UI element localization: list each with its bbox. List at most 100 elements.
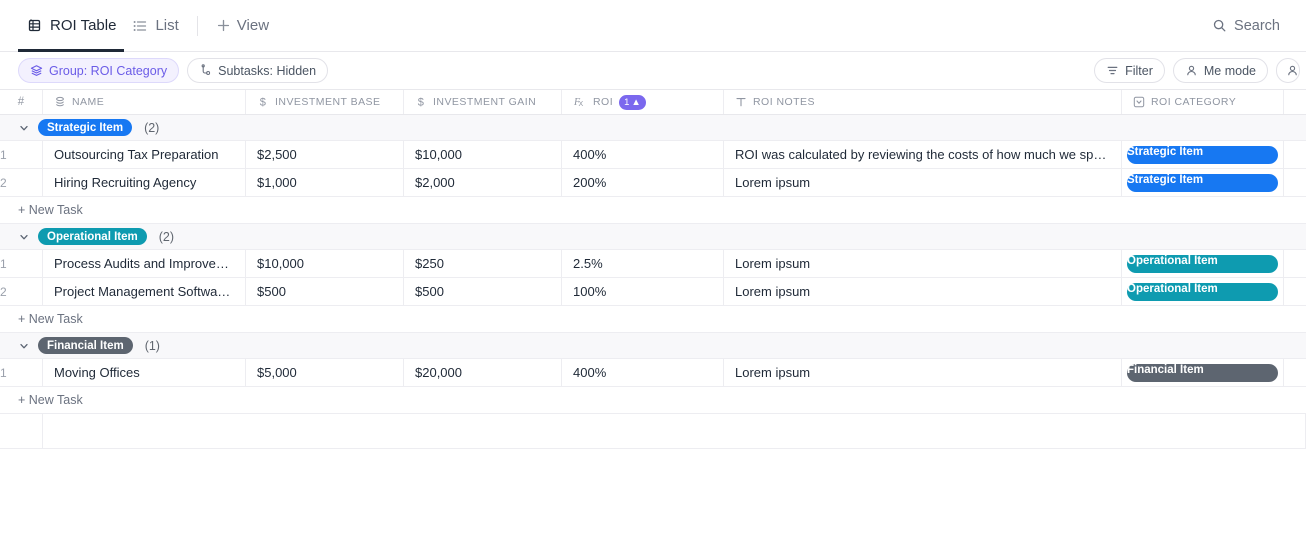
new-task-button[interactable]: + New Task	[0, 306, 1306, 333]
cell-roi-category[interactable]: Strategic Item	[1122, 141, 1284, 168]
cell-roi-category[interactable]: Operational Item	[1122, 250, 1284, 277]
group-badge[interactable]: Financial Item	[38, 337, 133, 354]
cell-text: 200%	[573, 175, 607, 190]
person-icon	[1185, 64, 1198, 77]
cell-investment-gain[interactable]: $10,000	[404, 141, 562, 168]
group-count: (2)	[144, 120, 160, 135]
cell-roi[interactable]: 200%	[562, 169, 724, 196]
cell-text: $500	[415, 284, 444, 299]
cell-name[interactable]: Outsourcing Tax Preparation	[43, 141, 246, 168]
cell-investment-base[interactable]: $1,000	[246, 169, 404, 196]
new-task-button[interactable]: + New Task	[0, 387, 1306, 414]
cell-investment-base[interactable]: $5,000	[246, 359, 404, 386]
cell-name[interactable]: Hiring Recruiting Agency	[43, 169, 246, 196]
tab-roi-table[interactable]: ROI Table	[18, 0, 125, 52]
search-label: Search	[1234, 17, 1280, 34]
column-header-add[interactable]	[1284, 90, 1306, 114]
table-row[interactable]: 1 Moving Offices $5,000 $20,000 400% Lorem ip…	[0, 359, 1306, 387]
cell-text: 2	[0, 175, 7, 190]
cell-investment-gain[interactable]: $500	[404, 278, 562, 305]
search-icon	[1212, 18, 1227, 33]
cell-investment-base[interactable]: $500	[246, 278, 404, 305]
cell-investment-gain[interactable]: $2,000	[404, 169, 562, 196]
cell-roi-notes[interactable]: Lorem ipsum	[724, 359, 1122, 386]
cell-roi[interactable]: 2.5%	[562, 250, 724, 277]
dollar-icon: $	[415, 96, 427, 108]
filter-icon	[1106, 64, 1119, 77]
column-header-roi-notes[interactable]: ROI Notes	[724, 90, 1122, 114]
table-row[interactable]: 2 Project Management Softwa… $500 $500 100% L…	[0, 278, 1306, 306]
cell-index[interactable]: 1	[0, 250, 43, 277]
cell-investment-gain[interactable]: $250	[404, 250, 562, 277]
tab-list[interactable]: List	[124, 0, 186, 52]
cell-roi-notes[interactable]: ROI was calculated by reviewing the cost…	[724, 141, 1122, 168]
filter-chip[interactable]: Filter	[1094, 58, 1165, 83]
name-icon	[54, 96, 66, 108]
table-filler	[0, 449, 1306, 509]
cell-index[interactable]: 1	[0, 141, 43, 168]
column-header-roi-category[interactable]: ROI Category	[1122, 90, 1284, 114]
cell-tail	[1284, 278, 1306, 305]
tab-label: List	[155, 17, 179, 34]
group-collapse-toggle[interactable]	[14, 231, 34, 243]
cell-text: $250	[415, 256, 444, 271]
me-mode-chip[interactable]: Me mode	[1172, 58, 1268, 83]
dropdown-icon	[1133, 96, 1145, 108]
cell-name[interactable]: Project Management Softwa…	[43, 278, 246, 305]
new-task-button[interactable]: + New Task	[0, 197, 1306, 224]
group-badge[interactable]: Strategic Item	[38, 119, 133, 136]
group-header-row: Financial Item (1)	[0, 333, 1306, 359]
cell-name[interactable]: Moving Offices	[43, 359, 246, 386]
group-by-chip[interactable]: Group: ROI Category	[18, 58, 180, 83]
column-header-investment-gain[interactable]: $ Investment Gain	[404, 90, 562, 114]
cell-investment-gain[interactable]: $20,000	[404, 359, 562, 386]
column-header-index[interactable]: #	[0, 90, 43, 114]
list-icon	[132, 18, 148, 34]
group-collapse-toggle[interactable]	[14, 122, 34, 134]
svg-text:$: $	[418, 96, 425, 108]
add-view-label: View	[236, 17, 270, 34]
table-row[interactable]: 1 Outsourcing Tax Preparation $2,500 $10,00…	[0, 141, 1306, 169]
cell-text: 1	[0, 256, 7, 271]
table-row[interactable]: 2 Hiring Recruiting Agency $1,000 $2,000 200…	[0, 169, 1306, 197]
cell-index[interactable]: 2	[0, 169, 43, 196]
cell-roi[interactable]: 400%	[562, 359, 724, 386]
cell-roi-notes[interactable]: Lorem ipsum	[724, 169, 1122, 196]
assignee-chip[interactable]	[1276, 58, 1300, 83]
formula-icon: f x	[573, 96, 587, 108]
column-header-name[interactable]: Name	[43, 90, 246, 114]
cell-index[interactable]: 1	[0, 359, 43, 386]
cell-roi-category[interactable]: Strategic Item	[1122, 169, 1284, 196]
cell-investment-base[interactable]: $10,000	[246, 250, 404, 277]
column-label: ROI	[593, 96, 614, 108]
view-tab-bar: ROI Table List View Search	[0, 0, 1306, 52]
cell-roi-notes[interactable]: Lorem ipsum	[724, 250, 1122, 277]
cell-text: 2.5%	[573, 256, 603, 271]
column-header-roi[interactable]: f x ROI 1 ▲	[562, 90, 724, 114]
add-view-button[interactable]: View	[208, 17, 277, 34]
cell-name[interactable]: Process Audits and Improve…	[43, 250, 246, 277]
sort-badge[interactable]: 1 ▲	[619, 94, 646, 110]
toolbar-right-group: Filter Me mode	[1094, 58, 1300, 83]
group-collapse-toggle[interactable]	[14, 340, 34, 352]
view-toolbar: Group: ROI Category Subtasks: Hidden Fil…	[0, 52, 1306, 90]
cell-roi-notes[interactable]: Lorem ipsum	[724, 278, 1122, 305]
cell-roi[interactable]: 400%	[562, 141, 724, 168]
cell-index[interactable]: 2	[0, 278, 43, 305]
column-header-investment-base[interactable]: $ Investment Base	[246, 90, 404, 114]
cell-roi[interactable]: 100%	[562, 278, 724, 305]
subtasks-chip[interactable]: Subtasks: Hidden	[187, 58, 329, 83]
cell-roi-category[interactable]: Operational Item	[1122, 278, 1284, 305]
text-icon	[735, 96, 747, 108]
column-label: ROI Category	[1151, 96, 1237, 108]
table-row[interactable]: 1 Process Audits and Improve… $10,000 $250 2…	[0, 250, 1306, 278]
subtasks-label: Subtasks: Hidden	[218, 63, 317, 78]
cell-text: Process Audits and Improve…	[54, 256, 229, 271]
cell-investment-base[interactable]: $2,500	[246, 141, 404, 168]
cell-text: 1	[0, 147, 7, 162]
search-button[interactable]: Search	[1212, 18, 1292, 34]
group-badge[interactable]: Operational Item	[38, 228, 147, 245]
cell-text: $10,000	[257, 256, 304, 271]
cell-roi-category[interactable]: Financial Item	[1122, 359, 1284, 386]
subtask-icon	[199, 64, 212, 77]
